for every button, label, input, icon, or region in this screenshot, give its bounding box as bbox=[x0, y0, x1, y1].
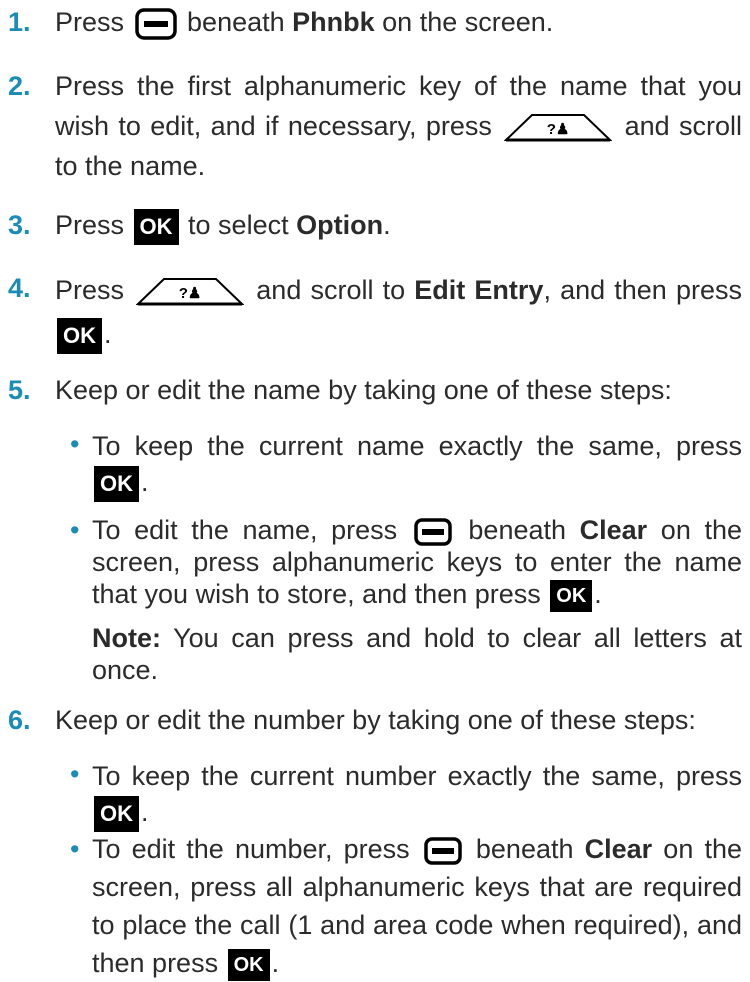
step-3: 3. Press OK to select Option. bbox=[0, 205, 750, 245]
instruction-page: 1. Press beneath Phnbk on the screen. 2.… bbox=[0, 0, 750, 981]
bullet-icon: • bbox=[70, 515, 80, 545]
bullet-icon: • bbox=[70, 834, 80, 864]
step-text: Keep or edit the number by taking one of… bbox=[55, 705, 696, 735]
step-text: Keep or edit the name by taking one of t… bbox=[55, 375, 672, 405]
step-number: 6. bbox=[8, 705, 31, 735]
step-5-note: Note: You can press and hold to clear al… bbox=[92, 623, 742, 685]
svg-text:?♟: ?♟ bbox=[547, 121, 570, 138]
step-number: 4. bbox=[8, 273, 31, 303]
step-number: 1. bbox=[8, 7, 31, 37]
step-number: 2. bbox=[8, 71, 31, 101]
softkey-button-icon bbox=[414, 518, 452, 546]
step-text: Press ?♟ and scroll to Edit Entry, and t… bbox=[55, 268, 742, 356]
ok-key-icon: OK bbox=[227, 948, 270, 981]
ok-key-icon: OK bbox=[133, 208, 179, 245]
svg-text:?♟: ?♟ bbox=[179, 285, 202, 302]
step-6-bullet-2: • To edit the number, press beneath Clea… bbox=[70, 830, 742, 981]
ok-key-icon: OK bbox=[94, 465, 139, 502]
step-1: 1. Press beneath Phnbk on the screen. bbox=[0, 2, 750, 42]
step-6-bullet-1: • To keep the current number exactly the… bbox=[70, 758, 742, 832]
bullet-icon: • bbox=[70, 429, 80, 459]
step-6: 6. Keep or edit the number by taking one… bbox=[0, 700, 750, 740]
ok-key-icon: OK bbox=[94, 795, 139, 832]
step-number: 5. bbox=[8, 375, 31, 405]
step-2: 2. Press the first alphanumeric key of t… bbox=[0, 66, 750, 186]
step-5: 5. Keep or edit the name by taking one o… bbox=[0, 370, 750, 410]
scroll-key-icon: ?♟ bbox=[504, 113, 613, 142]
note-label: Note: bbox=[92, 623, 161, 653]
ok-key-icon: OK bbox=[550, 579, 593, 612]
scroll-key-icon: ?♟ bbox=[136, 277, 245, 306]
step-5-bullet-2: • To edit the name, press beneath Clear … bbox=[70, 514, 742, 614]
step-4: 4. Press ?♟ and scroll to Edit Entry, an… bbox=[0, 268, 750, 354]
bullet-icon: • bbox=[70, 759, 80, 789]
step-text: Press OK to select Option. bbox=[55, 205, 742, 245]
step-text: Press the first alphanumeric key of the … bbox=[55, 71, 742, 181]
step-text: Press beneath Phnbk on the screen. bbox=[55, 2, 742, 42]
step-number: 3. bbox=[8, 210, 31, 240]
step-5-bullet-1: • To keep the current name exactly the s… bbox=[70, 428, 742, 502]
softkey-button-icon bbox=[134, 8, 177, 40]
softkey-button-icon bbox=[424, 837, 462, 865]
ok-key-icon: OK bbox=[57, 317, 102, 354]
